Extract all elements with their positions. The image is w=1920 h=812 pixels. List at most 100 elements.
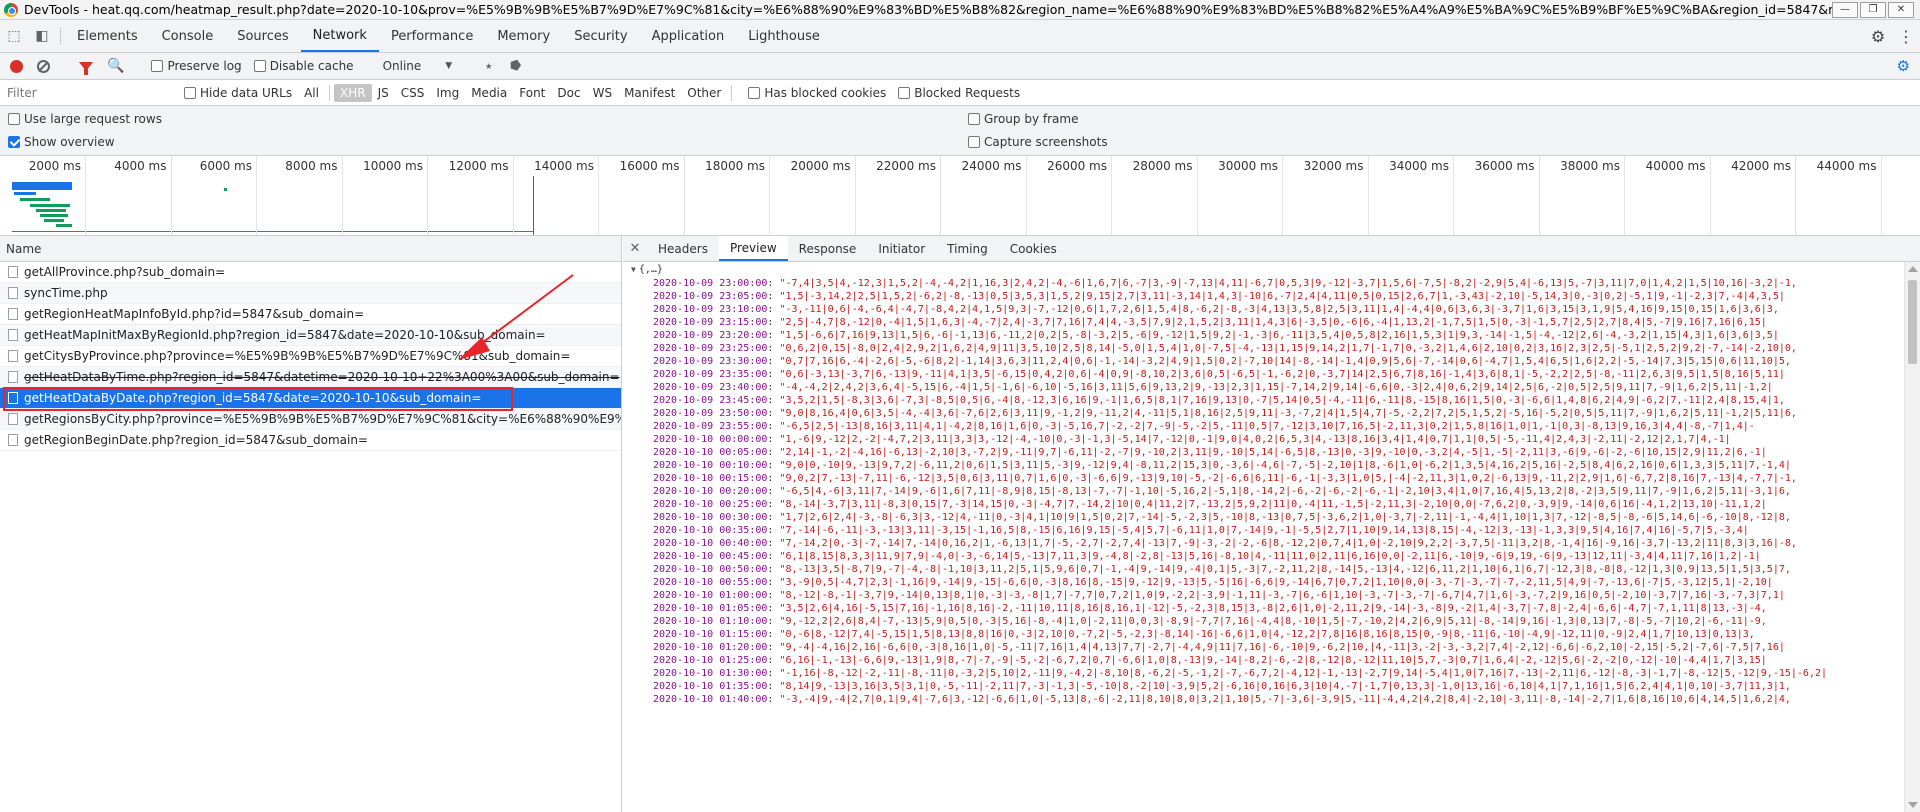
tab-console[interactable]: Console [150,20,226,52]
type-filter-js[interactable]: JS [372,84,395,102]
tab-application[interactable]: Application [640,20,737,52]
checkbox-box[interactable] [898,86,911,99]
json-entry[interactable]: 2020-10-10 00:00:00: "1,-6|9,-12|2,-2|-4… [623,433,1904,446]
settings-gear-icon[interactable]: ⚙ [1864,27,1892,46]
close-panel-icon[interactable]: ✕ [623,236,647,261]
detail-tab-headers[interactable]: Headers [647,236,719,261]
json-entry[interactable]: 2020-10-10 00:05:00: "2,14|-1,-2|-4,16|-… [623,446,1904,459]
tab-security[interactable]: Security [562,20,639,52]
scroll-down-icon[interactable] [1908,802,1918,808]
json-entry[interactable]: 2020-10-09 23:25:00: "0,6,2|0,15|-8,0|2,… [623,342,1904,355]
type-filter-media[interactable]: Media [465,84,513,102]
json-entry[interactable]: 2020-10-10 00:15:00: "9,0,2|7,-13|-7,11|… [623,472,1904,485]
detail-tab-initiator[interactable]: Initiator [867,236,936,261]
filter-funnel-icon[interactable] [79,61,93,75]
json-entry[interactable]: 2020-10-10 01:15:00: "0,-6|8,-12|7,4|-5,… [623,628,1904,641]
clear-icon[interactable] [37,59,50,73]
json-entry[interactable]: 2020-10-10 01:05:00: "3,5|2,6|4,16|-5,15… [623,602,1904,615]
type-filter-css[interactable]: CSS [395,84,431,102]
json-entry[interactable]: 2020-10-10 00:55:00: "3,-9|0,5|-4,7|2,3|… [623,576,1904,589]
json-entry[interactable]: 2020-10-09 23:15:00: "2,5|-4,7|8,-12|0,-… [623,316,1904,329]
request-row[interactable]: getRegionsByCity.php?province=%E5%9B%9B%… [0,409,621,430]
type-filter-other[interactable]: Other [681,84,727,102]
checkbox-box[interactable] [151,60,164,72]
json-entry[interactable]: 2020-10-10 00:35:00: "7,-14|-6,-11|-3,-1… [623,524,1904,537]
json-entry[interactable]: 2020-10-10 00:45:00: "6,1|8,15|8,3,3|11,… [623,550,1904,563]
json-entry[interactable]: 2020-10-09 23:55:00: "-6,5|2,5|-13|8,16|… [623,420,1904,433]
timeline-overview[interactable]: 2000 ms 4000 ms 6000 ms 8000 ms 10000 ms 1200… [0,156,1920,236]
restore-button[interactable]: ❐ [1860,1,1886,18]
checkbox-box[interactable] [968,136,980,148]
tab-network[interactable]: Network [300,20,379,52]
import-har-icon[interactable]: ⭑ [485,59,492,74]
json-root[interactable]: ▼ {,…} [623,262,1904,277]
preview-panel[interactable]: ▼ {,…} 2020-10-09 23:00:00: "-7,4|3,5|4,… [623,262,1904,812]
select-element-icon[interactable]: ⬚ [0,20,28,52]
request-row[interactable]: syncTime.php [0,283,621,304]
checkbox-box[interactable] [8,136,20,148]
checkbox-box[interactable] [968,113,980,125]
capture-screenshots-checkbox[interactable]: Capture screenshots [968,135,1108,149]
group-by-frame-checkbox[interactable]: Group by frame [968,112,1078,126]
json-entry[interactable]: 2020-10-09 23:40:00: "-4,-4,2|2,4,2|3,6,… [623,381,1904,394]
checkbox-box[interactable] [748,86,761,99]
type-filter-ws[interactable]: WS [587,84,618,102]
json-entry[interactable]: 2020-10-10 00:25:00: "8,-14|-3,7|3,11|-8… [623,498,1904,511]
type-filter-img[interactable]: Img [430,84,465,102]
export-har-icon[interactable]: ⭓ [510,59,521,74]
close-window-button[interactable]: ✕ [1888,1,1914,18]
request-row[interactable]: getRegionHeatMapInfoById.php?id=5847&sub… [0,304,621,325]
hide-data-urls-checkbox[interactable]: Hide data URLs [184,86,292,100]
json-entry[interactable]: 2020-10-09 23:45:00: "3,5,2|1,5|-8,3|3,6… [623,394,1904,407]
json-entry[interactable]: 2020-10-09 23:00:00: "-7,4|3,5|4,-12,3|1… [623,277,1904,290]
request-row[interactable]: getHeatDataByTime.php?region_id=5847&dat… [0,367,621,388]
type-filter-all[interactable]: All [298,84,325,102]
large-rows-checkbox[interactable]: Use large request rows [8,112,162,126]
json-entry[interactable]: 2020-10-10 01:25:00: "6,16|-1,-13|-6,6|9… [623,654,1904,667]
request-row[interactable]: getAllProvince.php?sub_domain= [0,262,621,283]
search-icon[interactable]: 🔍 [107,58,124,74]
has-blocked-cookies-checkbox[interactable]: Has blocked cookies [748,86,886,100]
detail-tab-response[interactable]: Response [788,236,868,261]
json-entry[interactable]: 2020-10-10 00:10:00: "9,0|0,-10|9,-13|9,… [623,459,1904,472]
json-entry[interactable]: 2020-10-10 00:40:00: "7,-14,2|0,-3|-7,-1… [623,537,1904,550]
json-entry[interactable]: 2020-10-10 01:10:00: "9,-12,2|2,6|8,4|-7… [623,615,1904,628]
disable-cache-checkbox[interactable]: Disable cache [253,59,354,73]
json-entry[interactable]: 2020-10-09 23:05:00: "1,5|-3,14,2|2,5|1,… [623,290,1904,303]
json-entry[interactable]: 2020-10-10 01:35:00: "8,14|9,-13|3,16|3,… [623,680,1904,693]
kebab-menu-icon[interactable]: ⋮ [1892,27,1920,46]
checkbox-box[interactable] [253,60,266,72]
minimize-button[interactable]: — [1832,1,1858,18]
request-row[interactable]: getHeatDataByDate.php?region_id=5847&dat… [0,388,621,409]
filter-input[interactable] [4,82,172,103]
type-filter-font[interactable]: Font [513,84,551,102]
json-entry[interactable]: 2020-10-10 00:20:00: "-6,5|4,-6|3,11|7,-… [623,485,1904,498]
json-entry[interactable]: 2020-10-09 23:30:00: "0,7|7,16|6,-4|-2,6… [623,355,1904,368]
json-entry[interactable]: 2020-10-10 01:00:00: "8,-12|-8,-1|-3,7|9… [623,589,1904,602]
blocked-requests-checkbox[interactable]: Blocked Requests [898,86,1020,100]
type-filter-xhr[interactable]: XHR [333,83,372,102]
json-entry[interactable]: 2020-10-10 01:20:00: "9,-4|-4,16|2,16|-6… [623,641,1904,654]
json-entry[interactable]: 2020-10-10 00:50:00: "8,-13|3,5|-8,7|9,-… [623,563,1904,576]
checkbox-box[interactable] [8,113,20,125]
json-entry[interactable]: 2020-10-09 23:10:00: "-3,-11|0,6|-4,-6,4… [623,303,1904,316]
detail-tab-preview[interactable]: Preview [718,236,788,261]
request-row[interactable]: getHeatMapInitMaxByRegionId.php?region_i… [0,325,621,346]
scrollbar-thumb[interactable] [1908,280,1917,364]
detail-tab-timing[interactable]: Timing [936,236,999,261]
json-entry[interactable]: 2020-10-09 23:35:00: "0,6|-3,13|-3,7|6,-… [623,368,1904,381]
type-filter-manifest[interactable]: Manifest [618,84,681,102]
json-entry[interactable]: 2020-10-10 00:30:00: "1,7|2,6|2,4|-3,-8|… [623,511,1904,524]
json-entry[interactable]: 2020-10-10 01:30:00: "-1,16|-8,-12|-2,-1… [623,667,1904,680]
name-column-header[interactable]: Name [0,236,621,262]
network-settings-icon[interactable]: ⚙ [1897,57,1910,75]
request-row[interactable]: getCitysByProvince.php?province=%E5%9B%9… [0,346,621,367]
checkbox-box[interactable] [184,86,196,99]
throttling-select[interactable]: Online ▼ [383,59,453,73]
show-overview-checkbox[interactable]: Show overview [8,135,115,149]
tab-memory[interactable]: Memory [485,20,562,52]
preview-scrollbar[interactable] [1904,262,1920,812]
json-entry[interactable]: 2020-10-10 01:40:00: "-3,-4|9,-4|2,7|0,1… [623,693,1904,706]
json-entry[interactable]: 2020-10-09 23:50:00: "9,0|8,16,4|0,6|3,5… [623,407,1904,420]
json-expand-triangle-icon[interactable]: ▼ [631,263,636,276]
